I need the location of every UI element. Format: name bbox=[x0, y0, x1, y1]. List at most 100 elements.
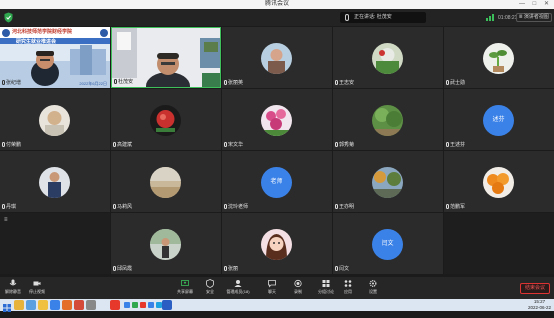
word-icon[interactable] bbox=[162, 300, 172, 310]
mic-icon bbox=[2, 142, 5, 147]
gear-icon bbox=[369, 280, 377, 287]
participant-tile[interactable]: 宋文华 bbox=[222, 89, 332, 150]
avatar bbox=[39, 105, 70, 136]
participant-tile[interactable]: 河北科技师范学院财经学院 研究生就业推进会 2022年6月22日 张纪增 bbox=[0, 27, 110, 88]
participant-tile[interactable]: 王亦明 bbox=[333, 151, 443, 212]
participant-tile[interactable]: 武士勋 bbox=[444, 27, 554, 88]
taskbar-clock[interactable]: 15:27 2022-06-22 bbox=[528, 299, 551, 311]
security-shield-icon[interactable] bbox=[4, 12, 13, 23]
avatar bbox=[150, 229, 181, 260]
tray-icon[interactable] bbox=[140, 302, 146, 308]
participant-name: 付荣鹏 bbox=[2, 142, 21, 149]
app-icon[interactable] bbox=[62, 300, 72, 310]
video-feed-slide bbox=[0, 27, 110, 88]
tray-icon[interactable] bbox=[124, 302, 130, 308]
participant-name: 武士勋 bbox=[446, 80, 465, 87]
mic-icon bbox=[335, 204, 338, 209]
shield-icon bbox=[206, 279, 214, 288]
app-icon[interactable] bbox=[74, 300, 84, 310]
participant-tile[interactable]: 高建斌 bbox=[111, 89, 221, 150]
participant-tile[interactable]: 邱凤霞 bbox=[111, 213, 221, 274]
avatar bbox=[261, 105, 292, 136]
share-screen-button[interactable]: 共享屏幕 bbox=[173, 279, 197, 298]
mic-icon bbox=[446, 80, 449, 85]
mic-icon bbox=[335, 80, 338, 85]
members-icon bbox=[234, 280, 242, 287]
mic-icon bbox=[224, 142, 227, 147]
avatar bbox=[261, 43, 292, 74]
apps-icon bbox=[344, 280, 352, 287]
app-icon[interactable] bbox=[86, 300, 96, 310]
record-button[interactable]: 录制 bbox=[287, 279, 309, 298]
participant-tile[interactable]: 王志安 bbox=[333, 27, 443, 88]
file-explorer-icon[interactable] bbox=[14, 300, 24, 310]
mic-icon bbox=[446, 204, 449, 209]
start-icon[interactable] bbox=[2, 300, 12, 312]
avatar bbox=[483, 167, 514, 198]
mic-icon bbox=[345, 14, 349, 21]
security-button[interactable]: 安全 bbox=[199, 279, 221, 298]
tray-icon[interactable] bbox=[148, 302, 154, 308]
participant-name: 张纪增 bbox=[2, 80, 21, 87]
avatar bbox=[39, 167, 70, 198]
microphone-icon bbox=[9, 279, 17, 286]
participant-tile[interactable]: 老师 沈玲老师 bbox=[222, 151, 332, 212]
window-controls[interactable]: — □ ✕ bbox=[519, 0, 552, 9]
participant-tile[interactable]: 闫文 闫文 bbox=[333, 213, 443, 274]
manage-members-button[interactable]: 管理成员(18) bbox=[223, 279, 253, 298]
avatar bbox=[372, 105, 403, 136]
participant-name: 范鹏军 bbox=[446, 204, 465, 211]
participant-name: 王志安 bbox=[335, 80, 354, 87]
participant-tile[interactable]: 范鹏军 bbox=[444, 151, 554, 212]
participant-tile[interactable]: 述芬 王述芬 bbox=[444, 89, 554, 150]
participant-tile[interactable]: 杜茂安 bbox=[111, 27, 221, 88]
participant-name: 杜茂安 bbox=[114, 79, 133, 86]
participant-tile[interactable]: 马莉风 bbox=[111, 151, 221, 212]
tray-icon[interactable] bbox=[132, 302, 138, 308]
chat-button[interactable]: 聊天 bbox=[261, 279, 283, 298]
participant-tile[interactable]: 张丽英 bbox=[222, 27, 332, 88]
participant-tile[interactable]: 张丽 bbox=[222, 213, 332, 274]
meeting-toolbar: 解除静音 停止视频 共享屏幕 安全 管理成员(18) 聊天 录制 分组讨论 应用… bbox=[0, 277, 554, 299]
avatar bbox=[372, 43, 403, 74]
mute-button[interactable]: 解除静音 bbox=[2, 279, 24, 298]
app-icon[interactable] bbox=[50, 300, 60, 310]
participant-name: 邱凤霞 bbox=[113, 266, 132, 273]
avatar bbox=[150, 167, 181, 198]
breakout-rooms-button[interactable]: 分组讨论 bbox=[313, 279, 339, 298]
speaker-view-button[interactable]: Ⅲ 演讲者视图 bbox=[516, 13, 552, 22]
slide-banner: 研究生就业推进会 bbox=[16, 39, 57, 45]
speaking-label: 正在讲话: 杜茂安 bbox=[354, 14, 392, 20]
mic-icon bbox=[114, 79, 117, 84]
participant-name: 宋文华 bbox=[224, 142, 243, 149]
participant-tile[interactable]: 丹琪 bbox=[0, 151, 110, 212]
app-icon[interactable] bbox=[110, 300, 120, 310]
app-icon[interactable] bbox=[26, 300, 36, 310]
participant-name: 高建斌 bbox=[113, 142, 132, 149]
participant-tile[interactable]: 郭秀菊 bbox=[333, 89, 443, 150]
mic-icon bbox=[335, 142, 338, 147]
empty-tile bbox=[0, 213, 110, 274]
settings-button[interactable]: 设置 bbox=[362, 279, 384, 298]
meeting-timer: 01:08:21 bbox=[498, 15, 518, 21]
avatar bbox=[150, 105, 181, 136]
speaking-indicator: 正在讲话: 杜茂安 bbox=[340, 12, 426, 23]
apps-button[interactable]: 应用 bbox=[337, 279, 359, 298]
empty-tile bbox=[444, 213, 554, 274]
participant-name: 马莉风 bbox=[113, 204, 132, 211]
mic-icon bbox=[113, 266, 116, 271]
end-meeting-button[interactable]: 结束会议 bbox=[520, 283, 550, 294]
mic-icon bbox=[224, 80, 227, 85]
participant-name: 沈玲老师 bbox=[224, 204, 248, 211]
video-button[interactable]: 停止视频 bbox=[26, 279, 48, 298]
participant-name: 张丽 bbox=[224, 266, 238, 273]
collapse-list-icon[interactable]: ≡ bbox=[4, 217, 10, 225]
avatar: 老师 bbox=[261, 167, 292, 198]
participant-name: 闫文 bbox=[335, 266, 349, 273]
avatar bbox=[261, 229, 292, 260]
app-icon[interactable] bbox=[38, 300, 48, 310]
participant-tile[interactable]: 付荣鹏 bbox=[0, 89, 110, 150]
participant-grid: 河北科技师范学院财经学院 研究生就业推进会 2022年6月22日 张纪增 杜茂安… bbox=[0, 27, 554, 277]
avatar: 述芬 bbox=[483, 105, 514, 136]
meeting-topbar bbox=[0, 9, 554, 26]
